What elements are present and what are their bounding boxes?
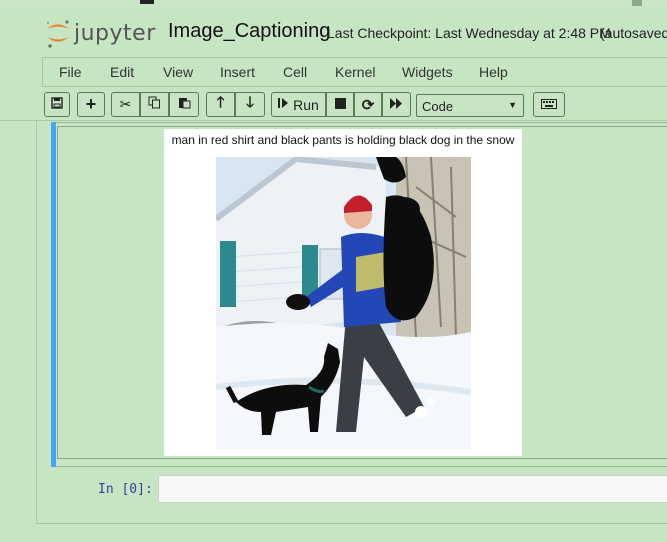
- menu-kernel[interactable]: Kernel: [335, 64, 375, 80]
- save-icon: [51, 96, 63, 114]
- autosave-status: (autosaved): [600, 25, 667, 41]
- logo-text: jupyter: [74, 21, 156, 46]
- cell-type-value: Code: [422, 99, 454, 114]
- fast-forward-icon: [390, 96, 403, 114]
- input-prompt: In [0]:: [98, 482, 153, 497]
- menu-widgets[interactable]: Widgets: [402, 64, 453, 80]
- menu-insert[interactable]: Insert: [220, 64, 255, 80]
- paste-icon: [178, 96, 191, 114]
- restart-icon: ⟳: [361, 96, 375, 114]
- notebook-title[interactable]: Image_Captioning: [168, 20, 330, 43]
- jupyter-logo[interactable]: jupyter: [44, 17, 164, 49]
- interrupt-button[interactable]: [326, 92, 354, 117]
- figure-caption: man in red shirt and black pants is hold…: [171, 133, 515, 147]
- command-palette-button[interactable]: [533, 92, 565, 117]
- run-button[interactable]: Run: [271, 92, 326, 117]
- cut-button[interactable]: ✂: [111, 92, 140, 117]
- jupyter-logo-icon: [46, 20, 69, 48]
- menu-view[interactable]: View: [163, 64, 193, 80]
- menu-file[interactable]: File: [59, 64, 82, 80]
- move-down-button[interactable]: 🡓: [235, 92, 265, 117]
- menubar: File Edit View Insert Cell Kernel Widget…: [42, 57, 667, 87]
- insert-cell-button[interactable]: +: [77, 92, 105, 117]
- plus-icon: +: [85, 94, 97, 114]
- copy-icon: [148, 96, 161, 114]
- scissors-icon: ✂: [119, 96, 132, 112]
- paste-button[interactable]: [169, 92, 199, 117]
- keyboard-icon: [541, 96, 557, 114]
- copy-button[interactable]: [140, 92, 169, 117]
- output-figure: man in red shirt and black pants is hold…: [164, 129, 522, 456]
- stop-icon: [334, 96, 346, 114]
- run-icon: [278, 96, 289, 114]
- tab-fragment-right: [632, 0, 642, 6]
- run-label: Run: [293, 96, 319, 113]
- checkpoint-status: Last Checkpoint: Last Wednesday at 2:48 …: [327, 25, 611, 41]
- cell-selection-bar: [51, 122, 56, 467]
- move-up-button[interactable]: 🡑: [206, 92, 235, 117]
- restart-run-all-button[interactable]: [382, 92, 411, 117]
- cell-type-select[interactable]: Code ▼: [416, 94, 524, 117]
- menu-help[interactable]: Help: [479, 64, 508, 80]
- browser-top-strip: [0, 0, 667, 10]
- menu-edit[interactable]: Edit: [110, 64, 134, 80]
- save-button[interactable]: [44, 92, 70, 117]
- arrow-down-icon: 🡓: [246, 94, 254, 111]
- tab-fragment: [140, 0, 154, 4]
- menu-cell[interactable]: Cell: [283, 64, 307, 80]
- restart-button[interactable]: ⟳: [354, 92, 382, 117]
- chevron-down-icon: ▼: [508, 100, 517, 110]
- output-image: [216, 157, 471, 449]
- code-input[interactable]: [158, 475, 667, 503]
- notebook-header: jupyter Image_Captioning Last Checkpoint…: [0, 10, 667, 52]
- arrow-up-icon: 🡑: [216, 94, 225, 111]
